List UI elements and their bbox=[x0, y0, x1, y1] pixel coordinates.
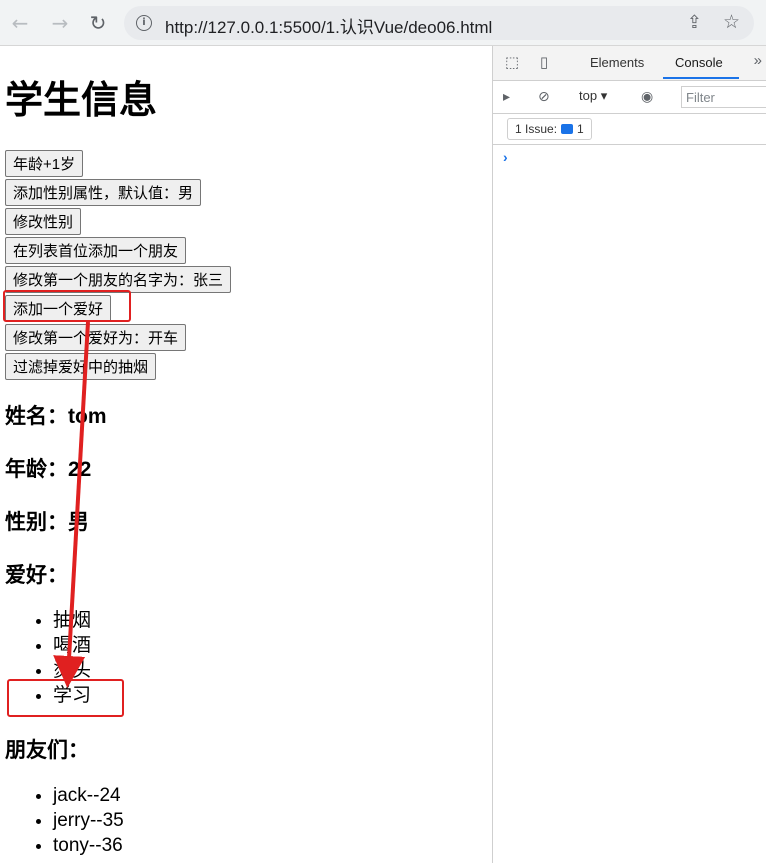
annotation-arrow bbox=[53, 321, 90, 688]
